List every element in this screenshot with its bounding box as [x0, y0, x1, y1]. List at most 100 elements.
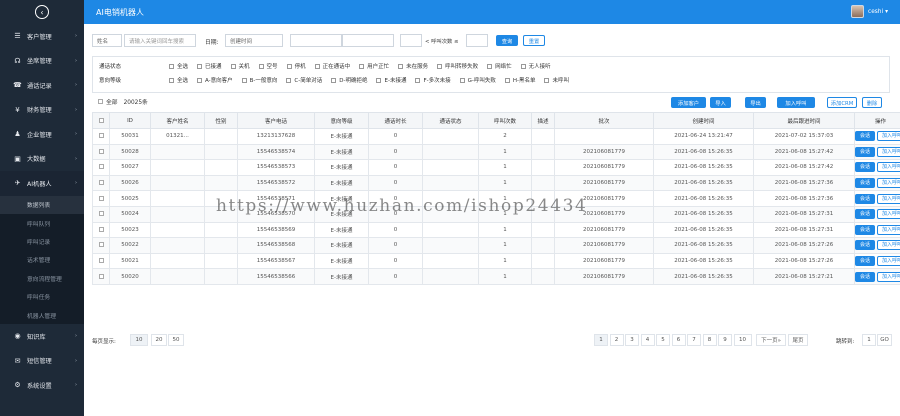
filter-checkbox[interactable]: 正在通话中	[314, 62, 350, 70]
filter-checkbox[interactable]: 停机	[286, 62, 306, 70]
page-number[interactable]: 3	[625, 334, 639, 346]
row-checkbox[interactable]	[98, 180, 104, 186]
date-type-select[interactable]: 创建时间	[225, 34, 283, 47]
table-row[interactable]: 50028 15546538574 E-未接通 0 1 202106081779 2021-…	[92, 143, 900, 161]
column-header[interactable]: 通话状态	[422, 112, 479, 129]
row-checkbox[interactable]	[98, 226, 104, 232]
export-button[interactable]: 导出	[745, 97, 766, 108]
row-checkbox[interactable]	[98, 242, 104, 248]
search-input[interactable]: 请输入关键词回车搜索	[124, 34, 196, 47]
filter-checkbox[interactable]: C-简单对话	[286, 76, 322, 84]
sidebar-bottom-item-1[interactable]: ✉ 短信管理 ›	[0, 349, 84, 374]
filter-checkbox[interactable]: B-一般意向	[241, 76, 277, 84]
filter-checkbox[interactable]: H-黑名单	[504, 76, 535, 84]
user-menu[interactable]: ceshi ▾	[851, 5, 888, 18]
import-button[interactable]: 导入	[710, 97, 731, 108]
filter-checkbox[interactable]: G-呼叫失败	[459, 76, 496, 84]
table-row[interactable]: 50026 15546538572 E-未接通 0 1 202106081779 2021-…	[92, 174, 900, 192]
sidebar-item-2[interactable]: ☎ 通话记录 ›	[0, 73, 84, 98]
sidebar-item-4[interactable]: ♟ 企业管理 ›	[0, 122, 84, 147]
sidebar-item-0[interactable]: ☰ 客户管理 ›	[0, 24, 84, 49]
column-header[interactable]: 性别	[204, 112, 238, 129]
row-checkbox[interactable]	[98, 164, 104, 170]
per-page-option[interactable]: 50	[168, 334, 184, 346]
column-header[interactable]: 最后跟进时间	[753, 112, 855, 129]
filter-checkbox[interactable]: F-多次未接	[415, 76, 451, 84]
add-to-call-row-button[interactable]: 加入呼叫	[877, 224, 900, 235]
add-to-call-button[interactable]: 加入呼叫	[777, 97, 815, 108]
call-count-min-input[interactable]	[400, 34, 422, 47]
page-number[interactable]: 8	[702, 334, 717, 346]
jump-page-input[interactable]: 1	[862, 334, 876, 346]
filter-checkbox[interactable]: A-意向客户	[197, 76, 233, 84]
add-customer-button[interactable]: 添加客户	[671, 97, 706, 108]
table-row[interactable]: 50027 15546538573 E-未接通 0 1 202106081779 2021-…	[92, 159, 900, 176]
end-date-input[interactable]	[342, 34, 394, 47]
session-button[interactable]: 会话	[855, 256, 876, 267]
page-number[interactable]: 1	[594, 334, 608, 346]
row-checkbox[interactable]	[98, 273, 104, 279]
add-to-call-row-button[interactable]: 加入呼叫	[877, 146, 900, 157]
row-checkbox[interactable]	[98, 133, 104, 139]
submenu-item[interactable]: 呼叫任务	[0, 287, 84, 305]
per-page-option[interactable]: 20	[151, 334, 167, 346]
column-header[interactable]: 描述	[531, 112, 555, 129]
filter-checkbox[interactable]: 全选	[169, 76, 188, 84]
add-to-call-row-button[interactable]: 加入呼叫	[877, 240, 900, 251]
session-button[interactable]: 会话	[855, 146, 876, 157]
column-header[interactable]: 意向等级	[314, 112, 369, 129]
table-row[interactable]: 50022 15546538568 E-未接通 0 1 202106081779 2021-…	[92, 237, 900, 254]
column-header[interactable]: 呼叫次数	[478, 112, 532, 129]
add-to-call-row-button[interactable]: 加入呼叫	[877, 131, 900, 142]
filter-checkbox[interactable]: 全选	[169, 62, 188, 70]
session-button[interactable]: 会话	[855, 162, 876, 173]
sidebar-item-5[interactable]: ▣ 大数据 ›	[0, 147, 84, 172]
table-row[interactable]: 50025 15546538571 E-未接通 0 1 202106081779 2021-…	[92, 190, 900, 207]
filter-checkbox[interactable]: D-明确拒绝	[331, 76, 367, 84]
add-to-call-row-button[interactable]: 加入呼叫	[877, 162, 900, 173]
back-arrow-icon[interactable]: ‹	[35, 5, 49, 19]
table-row[interactable]: 50020 15546538566 E-未接通 0 1 202106081779 2021-…	[92, 268, 900, 285]
row-checkbox[interactable]	[98, 211, 104, 217]
page-number[interactable]: 5	[656, 334, 670, 346]
reset-button[interactable]: 重置	[523, 35, 545, 46]
column-header[interactable]: 批次	[554, 112, 654, 129]
add-to-call-row-button[interactable]: 加入呼叫	[877, 256, 900, 267]
header-checkbox[interactable]	[98, 117, 104, 123]
filter-checkbox[interactable]: 呼叫转移失败	[437, 62, 478, 70]
sidebar-item-3[interactable]: ¥ 财务管理 ›	[0, 98, 84, 123]
search-type-select[interactable]: 姓名	[92, 34, 122, 47]
row-checkbox[interactable]	[98, 195, 104, 201]
page-number[interactable]: 4	[640, 334, 655, 346]
table-row[interactable]: 50023 15546538569 E-未接通 0 1 202106081779 2021-…	[92, 221, 900, 239]
filter-checkbox[interactable]: 空号	[258, 62, 278, 70]
session-button[interactable]: 会话	[855, 271, 876, 282]
column-header[interactable]: ID	[109, 112, 151, 129]
sidebar-bottom-item-2[interactable]: ⚙ 系统设置 ›	[0, 373, 84, 398]
table-row[interactable]: 50031 01321... 13213137628 E-未接通 0 2 2021-06-2…	[92, 128, 900, 145]
search-button[interactable]: 查询	[496, 35, 518, 46]
last-page-button[interactable]: 尾页	[788, 334, 808, 346]
start-date-input[interactable]	[290, 34, 342, 47]
page-number[interactable]: 10	[733, 334, 752, 346]
submenu-item[interactable]: 呼叫队列	[0, 214, 84, 232]
session-button[interactable]: 会话	[855, 178, 876, 189]
filter-checkbox[interactable]: 关机	[230, 62, 250, 70]
add-to-call-row-button[interactable]: 加入呼叫	[877, 271, 900, 282]
page-number[interactable]: 7	[687, 334, 701, 346]
column-header[interactable]: 客户姓名	[150, 112, 205, 129]
sidebar-item-6[interactable]: ✈ AI机器人 ›	[0, 171, 84, 196]
add-to-call-row-button[interactable]: 加入呼叫	[877, 193, 900, 204]
submenu-item[interactable]: 话术管理	[0, 251, 84, 269]
select-all-checkbox[interactable]	[98, 99, 103, 104]
page-number[interactable]: 9	[718, 334, 732, 346]
add-crm-button[interactable]: 添加CRM	[827, 97, 857, 108]
go-button[interactable]: GO	[877, 334, 892, 346]
delete-button[interactable]: 删除	[862, 97, 882, 108]
column-header[interactable]: 操作	[854, 112, 900, 129]
filter-checkbox[interactable]: 已接通	[197, 62, 222, 70]
session-button[interactable]: 会话	[855, 240, 876, 251]
sidebar-item-1[interactable]: ☊ 坐席管理 ›	[0, 49, 84, 74]
session-button[interactable]: 会话	[855, 209, 876, 220]
page-number[interactable]: 2	[609, 334, 624, 346]
